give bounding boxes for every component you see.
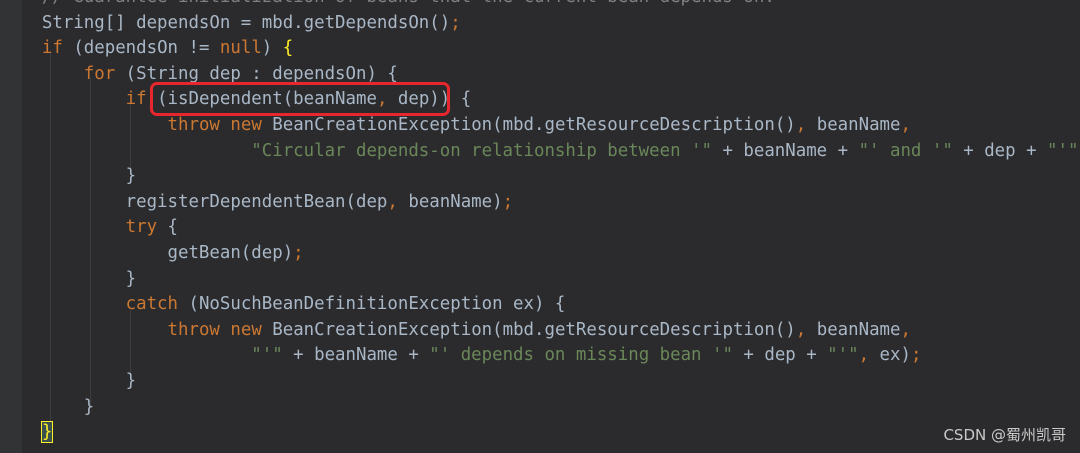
code-line: throw new BeanCreationException(mbd.getR… — [167, 114, 911, 135]
code-line: if (dependsOn != null) { — [41, 38, 294, 59]
highlight-annotation-box — [150, 82, 450, 116]
code-line: } — [0, 166, 137, 187]
code-line: String[] dependsOn = mbd.getDependsOn(); — [0, 12, 461, 33]
code-editor[interactable]: // Guarantee initialization of beans tha… — [0, 0, 1080, 453]
code-line: "'" + beanName + "' depends on missing b… — [251, 345, 922, 366]
code-line: } — [0, 370, 137, 391]
code-line: // Guarantee initialization of beans tha… — [0, 0, 1080, 11]
code-line: catch (NoSuchBeanDefinitionException ex)… — [125, 294, 566, 315]
code-line: getBean(dep); — [0, 242, 304, 263]
watermark: CSDN @蜀州凯哥 — [943, 426, 1066, 444]
code-line: } — [0, 396, 95, 417]
code-line: try { — [125, 217, 179, 238]
code-line: throw new BeanCreationException(mbd.getR… — [167, 319, 911, 340]
code-line: "Circular depends-on relationship betwee… — [251, 140, 1080, 161]
code-line: registerDependentBean(dep, beanName); — [0, 191, 514, 212]
code-line: } — [40, 421, 54, 444]
code-line: } — [0, 268, 137, 289]
code-block: // Guarantee initialization of beans tha… — [0, 0, 1080, 446]
